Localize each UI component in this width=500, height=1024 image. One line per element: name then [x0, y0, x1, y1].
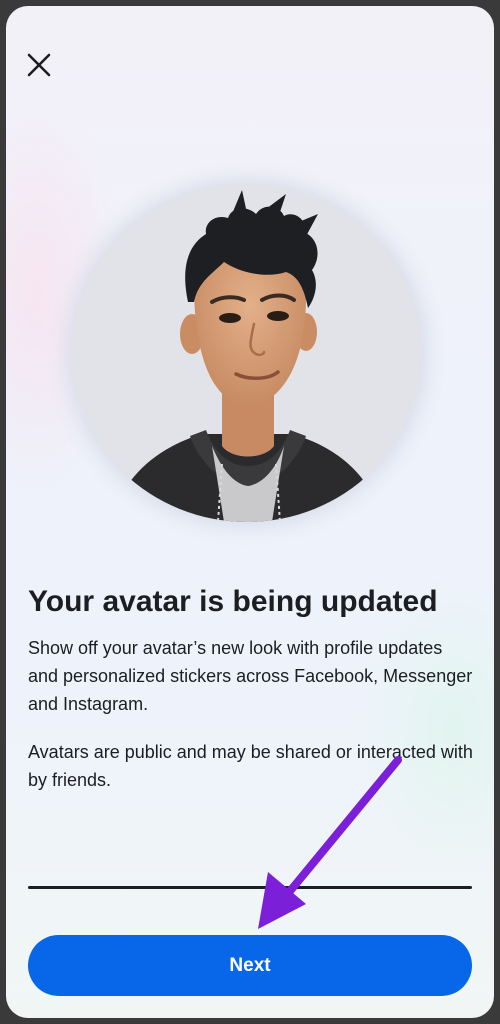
notice-text: Avatars are public and may be shared or … — [28, 742, 473, 790]
avatar-illustration — [112, 190, 382, 522]
avatar-image — [72, 184, 422, 522]
content-section: Your avatar is being updated Show off yo… — [28, 582, 474, 794]
close-icon — [27, 53, 51, 77]
close-button[interactable] — [20, 46, 58, 84]
description-text: Show off your avatar’s new look with pro… — [28, 638, 473, 714]
divider — [28, 886, 472, 889]
next-button[interactable]: Next — [28, 935, 472, 996]
modal-sheet: Your avatar is being updated Show off yo… — [6, 6, 494, 1018]
page-title: Your avatar is being updated — [28, 585, 438, 618]
